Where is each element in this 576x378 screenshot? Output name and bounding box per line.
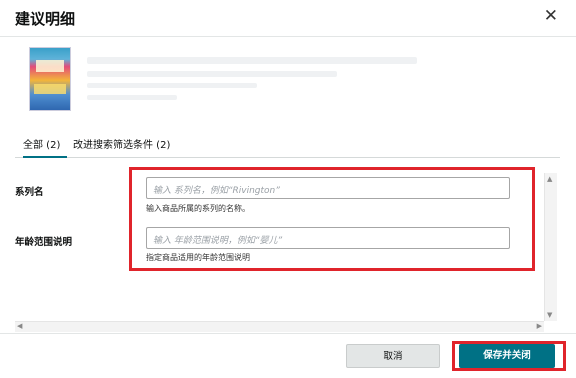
highlight-box-save xyxy=(452,341,566,371)
blurred-product-info xyxy=(87,83,257,88)
vertical-scrollbar[interactable]: ▲ ▼ xyxy=(544,173,557,321)
tab-all[interactable]: 全部 (2) xyxy=(23,136,60,151)
scroll-left-icon[interactable]: ◀ xyxy=(17,322,22,330)
blurred-product-title xyxy=(87,57,417,64)
age-range-label: 年龄范围说明 xyxy=(15,237,73,248)
tab-refine-filters[interactable]: 改进搜索筛选条件 (2) xyxy=(73,136,170,151)
horizontal-scrollbar[interactable]: ◀ ▶ xyxy=(15,321,544,332)
dialog-title: 建议明细 xyxy=(15,10,76,28)
scroll-right-icon[interactable]: ▶ xyxy=(537,322,542,330)
blurred-product-info xyxy=(87,95,177,100)
highlight-box-fields xyxy=(129,167,535,271)
series-name-label: 系列名 xyxy=(15,187,44,198)
close-icon[interactable]: ✕ xyxy=(544,6,558,26)
dialog-header: 建议明细 ✕ xyxy=(0,0,576,37)
active-tab-indicator xyxy=(23,156,67,158)
tab-bar: 全部 (2) 改进搜索筛选条件 (2) xyxy=(15,127,560,158)
scroll-down-icon[interactable]: ▼ xyxy=(547,311,552,319)
cancel-button[interactable]: 取消 xyxy=(346,344,440,368)
scroll-up-icon[interactable]: ▲ xyxy=(547,175,552,183)
blurred-product-info xyxy=(87,71,337,77)
product-thumbnail xyxy=(29,47,71,111)
product-summary xyxy=(29,47,569,117)
